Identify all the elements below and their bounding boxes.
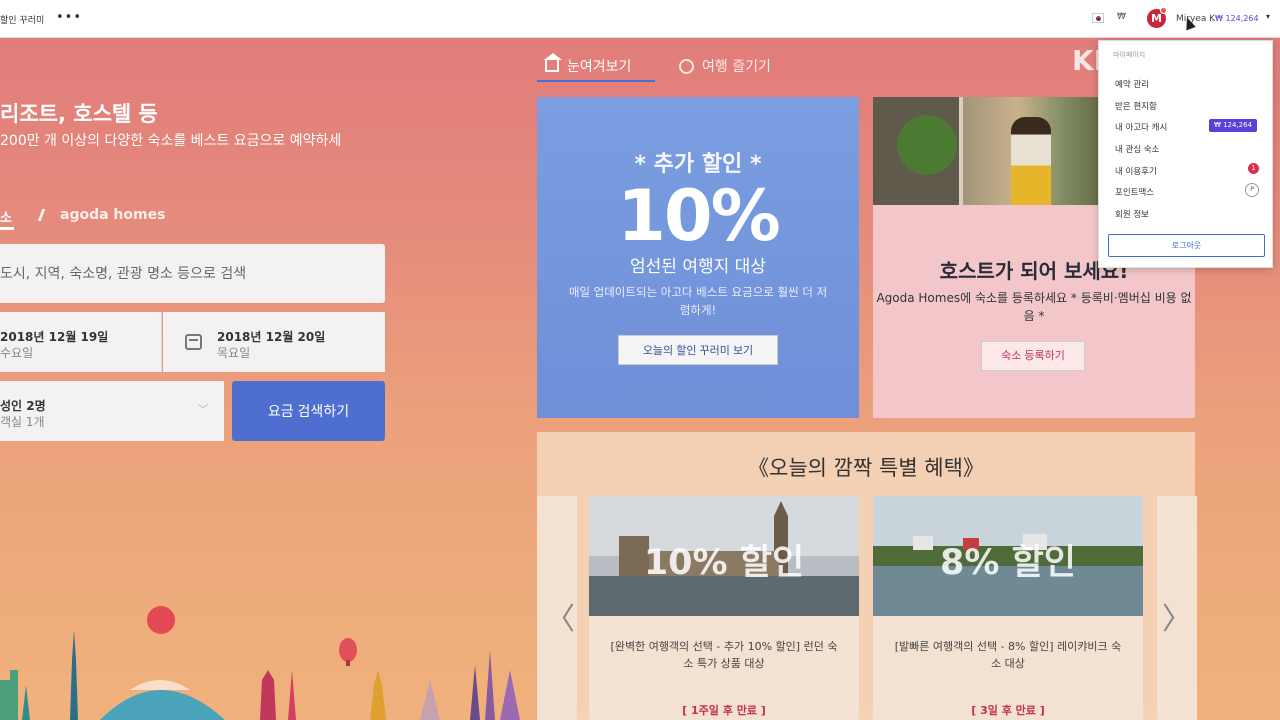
checkin-date: 2018년 12월 19일 [0, 330, 109, 344]
review-count-badge: 1 [1248, 163, 1259, 174]
tab-enjoy-travel-label: 여행 즐기기 [702, 59, 771, 75]
currency-selector[interactable]: ₩ [1117, 12, 1126, 22]
agoda-cash-balance[interactable]: ₩ 124,264 [1215, 14, 1259, 23]
deals-link[interactable]: 할인 꾸러미 [0, 13, 44, 26]
top-bar: 할인 꾸러미 ••• ₩ M Miryea K ₩ 124,264 ▾ [0, 0, 1280, 38]
carousel-next-icon[interactable]: 〉 [1162, 594, 1192, 638]
cash-badge: ₩ 124,264 [1209, 119, 1257, 132]
london-image: 10% 할인 [589, 496, 859, 616]
korea-flag-icon[interactable] [1092, 13, 1104, 23]
discount-promo-card[interactable]: * 추가 할인 * 10% 엄선된 여행지 대상 매일 업데이트되는 아고다 베… [537, 97, 859, 418]
photo-plant [897, 115, 957, 175]
menu-item-inbox[interactable]: 받은 편지함 [1115, 100, 1157, 112]
promo-description: 매일 업데이트되는 아고다 베스트 요금으로 훨씬 더 저렴하게! [568, 285, 828, 317]
logout-button[interactable]: 로그아웃 [1108, 234, 1265, 257]
deal-expiry: [ 1주일 후 만료 ] [682, 704, 766, 717]
tab-agoda-homes-label: agoda homes [60, 207, 166, 223]
globe-icon [679, 58, 694, 74]
menu-item-pointsmax[interactable]: 포인트맥스 [1115, 186, 1154, 198]
menu-item-bookings[interactable]: 예약 관리 [1115, 78, 1149, 90]
room-count: 객실 1개 [0, 415, 45, 429]
deal-discount: 8% 할인 [939, 543, 1076, 583]
checkout-day: 목요일 [217, 346, 251, 360]
view-deals-button[interactable]: 오늘의 할인 꾸러미 보기 [618, 335, 778, 365]
promo-kicker: * 추가 할인 * [634, 152, 762, 177]
chevron-down-icon[interactable]: ▾ [1266, 12, 1270, 21]
deal-discount: 10% 할인 [643, 543, 805, 583]
tab-hotels[interactable]: 소 [0, 207, 12, 226]
tab-agoda-homes[interactable]: agoda homes [37, 207, 166, 223]
deal-expiry: [ 3일 후 만료 ] [971, 704, 1045, 717]
active-tab-underline [537, 80, 655, 82]
menu-item-profile[interactable]: 회원 정보 [1115, 208, 1149, 220]
search-rates-button[interactable]: 요금 검색하기 [232, 381, 385, 441]
register-property-button[interactable]: 숙소 등록하기 [981, 341, 1085, 371]
reykjavik-image: 8% 할인 [873, 496, 1143, 616]
search-input[interactable]: 도시, 지역, 숙소명, 관광 명소 등으로 검색 [0, 244, 385, 303]
promo-percentage: 10% [617, 175, 781, 257]
daily-deals-section: 《오늘의 깜짝 특별 혜택》 〈 10% 할인 [완벽한 여행객의 선택 - 추… [537, 432, 1197, 720]
dropdown-header: 마이페이지 [1113, 51, 1146, 59]
menu-item-agoda-cash[interactable]: 내 아고다 캐시 [1115, 121, 1167, 133]
menu-item-reviews[interactable]: 내 이용후기 [1115, 165, 1157, 177]
promo-note: 엄선된 여행지 대상 [630, 257, 766, 277]
photo-person [1011, 117, 1051, 205]
deal-description: [완벽한 여행객의 선택 - 추가 10% 할인] 런던 숙소 특가 상품 대상 [610, 640, 838, 670]
more-menu-icon[interactable]: ••• [56, 10, 82, 25]
checkout-date: 2018년 12월 20일 [217, 330, 326, 344]
tab-enjoy-travel[interactable]: 여행 즐기기 [679, 56, 771, 76]
deals-title: 《오늘의 깜짝 특별 혜택》 [748, 456, 984, 480]
chevron-down-icon: ﹀ [198, 405, 208, 416]
checkin-date-field[interactable]: 2018년 12월 19일 수요일 [0, 312, 162, 372]
notification-dot-icon [1160, 7, 1167, 14]
calendar-icon [185, 334, 202, 350]
checkin-day: 수요일 [0, 346, 34, 360]
deal-card[interactable]: 10% 할인 [완벽한 여행객의 선택 - 추가 10% 할인] 런던 숙소 특… [589, 496, 859, 720]
guest-selector[interactable]: 성인 2명 객실 1개 ﹀ [0, 381, 224, 441]
deal-card[interactable]: 8% 할인 [발빠른 여행객의 선택 - 8% 할인] 레이캬비크 숙소 대상 … [873, 496, 1143, 720]
agoda-homes-logo-icon [37, 209, 57, 221]
account-dropdown-menu: 마이페이지 예약 관리 받은 편지함 내 아고다 캐시 ₩ 124,264 내 … [1098, 40, 1273, 268]
active-tab-underline [0, 227, 14, 230]
home-icon [544, 53, 562, 72]
hero-title: 리조트, 호스텔 등 [0, 102, 158, 126]
tab-look-around[interactable]: 눈여겨보기 [544, 53, 632, 76]
points-icon: P [1245, 183, 1259, 197]
menu-item-favorites[interactable]: 내 관심 숙소 [1115, 143, 1160, 155]
guest-count: 성인 2명 [0, 399, 46, 413]
deal-description: [발빠른 여행객의 선택 - 8% 할인] 레이캬비크 숙소 대상 [894, 640, 1122, 670]
tab-look-around-label: 눈여겨보기 [567, 59, 632, 75]
carousel-prev-icon[interactable]: 〈 [545, 594, 575, 638]
hero-subtitle: 200만 개 이상의 다양한 숙소를 베스트 요금으로 예약하세 [0, 133, 342, 149]
city-skyline-illustration [0, 606, 520, 720]
checkout-date-field[interactable]: 2018년 12월 20일 목요일 [163, 312, 385, 372]
host-subtitle: Agoda Homes에 숙소를 등록하세요 * 등록비·멤버십 비용 없음 * [876, 291, 1192, 323]
